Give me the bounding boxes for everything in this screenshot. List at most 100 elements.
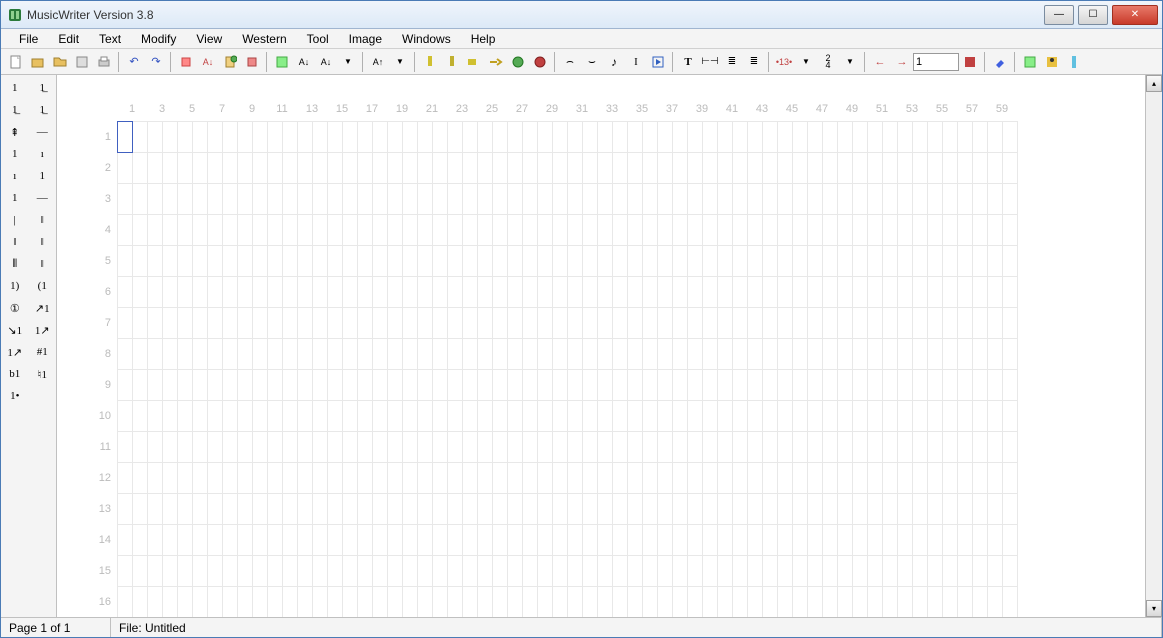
grid-cell[interactable] <box>778 525 793 556</box>
grid-cell[interactable] <box>778 463 793 494</box>
grid-cell[interactable] <box>853 153 868 184</box>
grid-cell[interactable] <box>613 215 628 246</box>
export-button[interactable] <box>1020 52 1040 72</box>
grid-cell[interactable] <box>973 587 988 618</box>
grid-cell[interactable] <box>643 153 658 184</box>
flag-button[interactable] <box>1064 52 1084 72</box>
grid-cell[interactable] <box>868 246 883 277</box>
palette-cell-12-1[interactable]: #1 <box>29 341 57 363</box>
grid-cell[interactable] <box>943 587 958 618</box>
grid-cell[interactable] <box>868 277 883 308</box>
grid-cell[interactable] <box>418 153 433 184</box>
grid-cell[interactable] <box>463 153 478 184</box>
grid-cell[interactable] <box>403 339 418 370</box>
grid-cell[interactable] <box>253 587 268 618</box>
grid-cell[interactable] <box>718 401 733 432</box>
grid-cell[interactable] <box>703 494 718 525</box>
grid-cell[interactable] <box>703 184 718 215</box>
grid-cell[interactable] <box>463 184 478 215</box>
grid-cell[interactable] <box>328 463 343 494</box>
grid-cell[interactable] <box>403 556 418 587</box>
cut-button[interactable] <box>176 52 196 72</box>
grid-cell[interactable] <box>133 432 148 463</box>
grid-cell[interactable] <box>178 339 193 370</box>
grid-cell[interactable] <box>853 587 868 618</box>
grid-cell[interactable] <box>118 277 133 308</box>
grid-cell[interactable] <box>448 339 463 370</box>
grid-cell[interactable] <box>163 494 178 525</box>
grid-cell[interactable] <box>448 494 463 525</box>
grid-cell[interactable] <box>838 556 853 587</box>
grid-cell[interactable] <box>628 339 643 370</box>
grid-cell[interactable] <box>763 494 778 525</box>
grid-cell[interactable] <box>388 525 403 556</box>
grid-cell[interactable] <box>1003 184 1018 215</box>
grid-cell[interactable] <box>898 370 913 401</box>
grid-cell[interactable] <box>958 556 973 587</box>
grid-cell[interactable] <box>883 277 898 308</box>
grid-cell[interactable] <box>298 463 313 494</box>
grid-cell[interactable] <box>598 215 613 246</box>
grid-cell[interactable] <box>298 401 313 432</box>
grid-cell[interactable] <box>223 184 238 215</box>
grid-cell[interactable] <box>868 308 883 339</box>
grid-cell[interactable] <box>613 432 628 463</box>
grid-cell[interactable] <box>283 525 298 556</box>
grid-cell[interactable] <box>553 556 568 587</box>
grid-cell[interactable] <box>523 277 538 308</box>
grid-cell[interactable] <box>148 370 163 401</box>
grid-cell[interactable] <box>448 432 463 463</box>
grid-cell[interactable] <box>208 370 223 401</box>
grid-cell[interactable] <box>658 339 673 370</box>
grid-cell[interactable] <box>193 432 208 463</box>
grid-cell[interactable] <box>163 215 178 246</box>
grid-cell[interactable] <box>448 463 463 494</box>
grid-cell[interactable] <box>133 556 148 587</box>
grid-cell[interactable] <box>508 339 523 370</box>
grid-cell[interactable] <box>658 587 673 618</box>
grid-cell[interactable] <box>148 587 163 618</box>
grid-cell[interactable] <box>793 122 808 153</box>
grid-cell[interactable] <box>373 277 388 308</box>
grid-cell[interactable] <box>568 587 583 618</box>
grid-cell[interactable] <box>943 463 958 494</box>
grid-cell[interactable] <box>313 153 328 184</box>
grid-cell[interactable] <box>628 184 643 215</box>
grid-cell[interactable] <box>823 246 838 277</box>
palette-cell-2-1[interactable]: — <box>29 121 57 143</box>
grid-cell[interactable] <box>118 525 133 556</box>
grid-cell[interactable] <box>253 370 268 401</box>
grid-cell[interactable] <box>493 370 508 401</box>
grid-cell[interactable] <box>418 184 433 215</box>
grid-cell[interactable] <box>823 556 838 587</box>
grid-cell[interactable] <box>673 153 688 184</box>
grid-cell[interactable] <box>838 463 853 494</box>
grid-cell[interactable] <box>883 184 898 215</box>
grid-cell[interactable] <box>943 184 958 215</box>
grid-cell[interactable] <box>388 401 403 432</box>
grid-cell[interactable] <box>988 277 1003 308</box>
grid-cell[interactable] <box>133 122 148 153</box>
grid-cell[interactable] <box>733 587 748 618</box>
grid-cell[interactable] <box>613 277 628 308</box>
grid-cell[interactable] <box>988 463 1003 494</box>
grid-cell[interactable] <box>238 432 253 463</box>
grid-cell[interactable] <box>718 122 733 153</box>
grid-cell[interactable] <box>493 432 508 463</box>
grid-cell[interactable] <box>418 494 433 525</box>
grid-cell[interactable] <box>178 494 193 525</box>
grid-cell[interactable] <box>493 308 508 339</box>
grid-cell[interactable] <box>943 556 958 587</box>
grid-cell[interactable] <box>118 339 133 370</box>
grid-cell[interactable] <box>328 401 343 432</box>
grid-cell[interactable] <box>343 432 358 463</box>
grid-cell[interactable] <box>433 215 448 246</box>
grid-cell[interactable] <box>373 153 388 184</box>
grid-cell[interactable] <box>538 215 553 246</box>
grid-cell[interactable] <box>328 370 343 401</box>
grid-cell[interactable] <box>178 308 193 339</box>
grid-cell[interactable] <box>463 246 478 277</box>
grid-cell[interactable] <box>418 246 433 277</box>
grid-cell[interactable] <box>898 215 913 246</box>
grid-cell[interactable] <box>943 401 958 432</box>
